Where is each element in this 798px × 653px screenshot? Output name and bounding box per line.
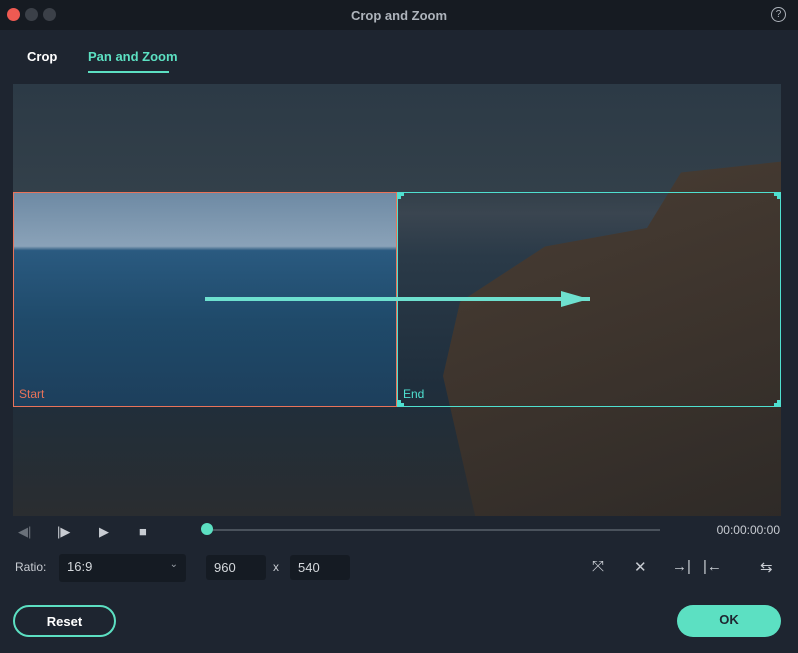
fit-icon[interactable]: ⤧ bbox=[592, 558, 604, 575]
timecode: 00:00:00:00 bbox=[716, 523, 780, 537]
ratio-value: 16:9 bbox=[67, 559, 93, 574]
timeline-slider[interactable] bbox=[207, 529, 660, 531]
video-preview: Start End bbox=[13, 84, 781, 516]
end-label: End bbox=[403, 387, 425, 401]
timeline-handle[interactable] bbox=[201, 523, 213, 535]
play-icon[interactable]: ▶ bbox=[99, 524, 109, 540]
chevron-down-icon: ⌄ bbox=[169, 559, 178, 570]
ratio-label: Ratio: bbox=[15, 560, 47, 574]
pan-arrow bbox=[205, 297, 590, 301]
title-bar: Crop and Zoom ? bbox=[0, 0, 798, 30]
align-left-icon[interactable]: |← bbox=[703, 558, 722, 575]
width-input[interactable]: 960 bbox=[206, 555, 266, 580]
fill-icon[interactable]: ✕ bbox=[634, 558, 647, 576]
tab-crop[interactable]: Crop bbox=[27, 49, 57, 64]
arrowhead-icon bbox=[561, 291, 589, 307]
active-tab-indicator bbox=[88, 71, 169, 73]
ratio-select[interactable]: 16:9 ⌄ bbox=[59, 554, 186, 582]
resize-handle[interactable] bbox=[397, 192, 404, 199]
height-input[interactable]: 540 bbox=[290, 555, 350, 580]
question-circle-icon[interactable]: ? bbox=[771, 7, 786, 22]
resize-handle[interactable] bbox=[774, 192, 781, 199]
window-title: Crop and Zoom bbox=[350, 8, 448, 23]
ok-button[interactable]: OK bbox=[677, 605, 781, 637]
previous-frame-icon[interactable]: ◀| bbox=[18, 524, 31, 540]
next-frame-icon[interactable]: |▶ bbox=[57, 524, 70, 540]
tab-pan-and-zoom[interactable]: Pan and Zoom bbox=[88, 49, 178, 64]
start-label: Start bbox=[19, 387, 45, 401]
resize-handle[interactable] bbox=[397, 400, 404, 407]
swap-icon[interactable]: ⇆ bbox=[760, 558, 773, 576]
reset-button[interactable]: Reset bbox=[13, 605, 116, 637]
resize-handle[interactable] bbox=[774, 400, 781, 407]
stop-icon[interactable]: ■ bbox=[139, 524, 147, 539]
size-separator: x bbox=[273, 560, 279, 574]
align-right-icon[interactable]: →| bbox=[672, 558, 691, 575]
